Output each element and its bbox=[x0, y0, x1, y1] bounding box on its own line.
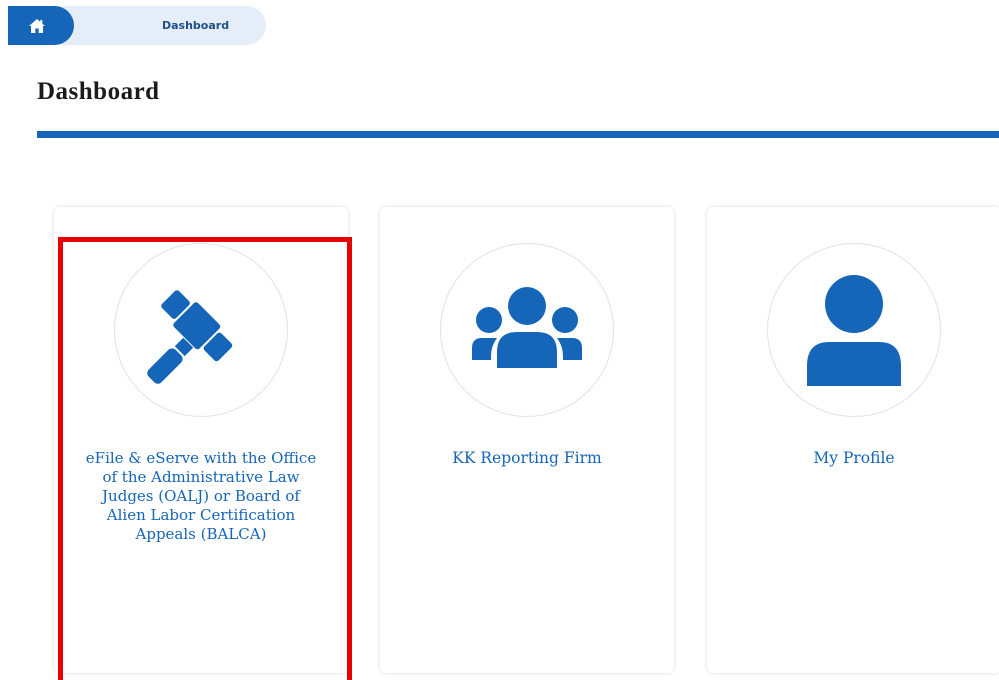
card-efile-eserve[interactable]: eFile & eServe with the Office of the Ad… bbox=[54, 207, 348, 673]
breadcrumb-item-dashboard[interactable]: Dashboard bbox=[54, 6, 266, 45]
card-label[interactable]: KK Reporting Firm bbox=[394, 449, 660, 468]
card-label[interactable]: eFile & eServe with the Office of the Ad… bbox=[82, 449, 320, 544]
user-icon bbox=[807, 275, 901, 386]
gavel-icon bbox=[147, 290, 233, 384]
card-my-profile[interactable]: My Profile bbox=[707, 207, 999, 673]
users-group-icon bbox=[472, 287, 582, 368]
card-icon-circle bbox=[114, 243, 288, 417]
breadcrumb: Dashboard bbox=[8, 6, 266, 45]
card-icon-circle bbox=[767, 243, 941, 417]
title-divider bbox=[37, 131, 999, 138]
breadcrumb-home-button[interactable] bbox=[8, 6, 74, 45]
home-icon bbox=[29, 18, 45, 33]
page-title: Dashboard bbox=[37, 78, 160, 105]
card-label[interactable]: My Profile bbox=[721, 449, 987, 468]
card-icon-circle bbox=[440, 243, 614, 417]
card-kk-reporting-firm[interactable]: KK Reporting Firm bbox=[380, 207, 674, 673]
